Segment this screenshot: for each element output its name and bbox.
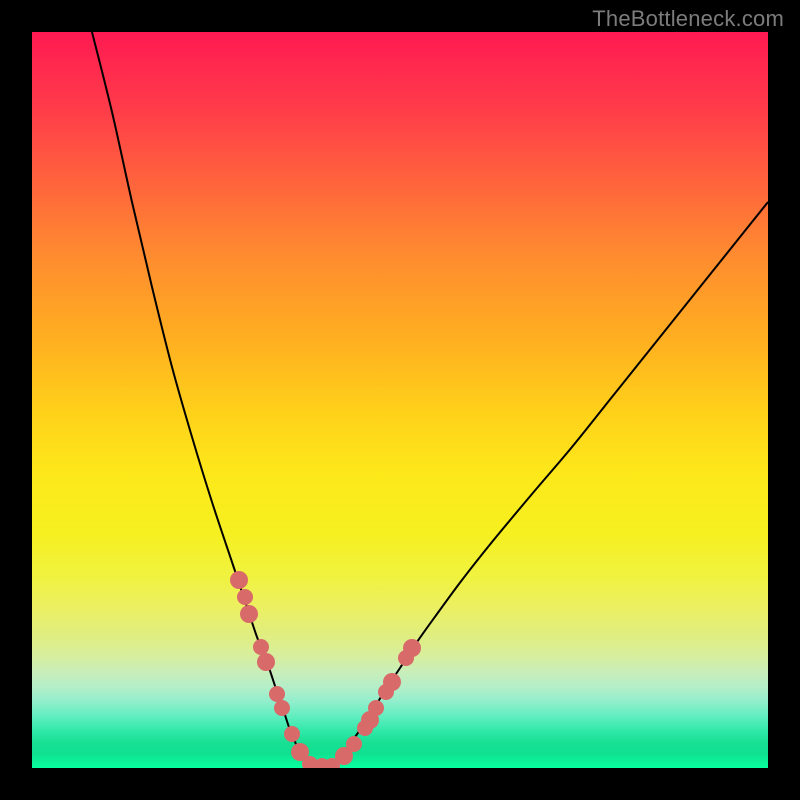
- bead-right-3: [378, 684, 394, 700]
- bead-left-6: [274, 700, 290, 716]
- bead-left-3: [253, 639, 269, 655]
- bead-right-1: [398, 650, 414, 666]
- bead-left-0: [230, 571, 248, 589]
- watermark-text: TheBottleneck.com: [592, 6, 784, 32]
- bead-left-1: [237, 589, 253, 605]
- chart-frame: TheBottleneck.com: [0, 0, 800, 800]
- bead-left-4: [257, 653, 275, 671]
- plot-area: [32, 32, 768, 768]
- bead-left-5: [269, 686, 285, 702]
- bead-left-2: [240, 605, 258, 623]
- beads-group: [230, 571, 421, 768]
- bead-right-6: [357, 720, 373, 736]
- bead-left-7: [284, 726, 300, 742]
- left-curve: [92, 32, 308, 768]
- curves-svg: [32, 32, 768, 768]
